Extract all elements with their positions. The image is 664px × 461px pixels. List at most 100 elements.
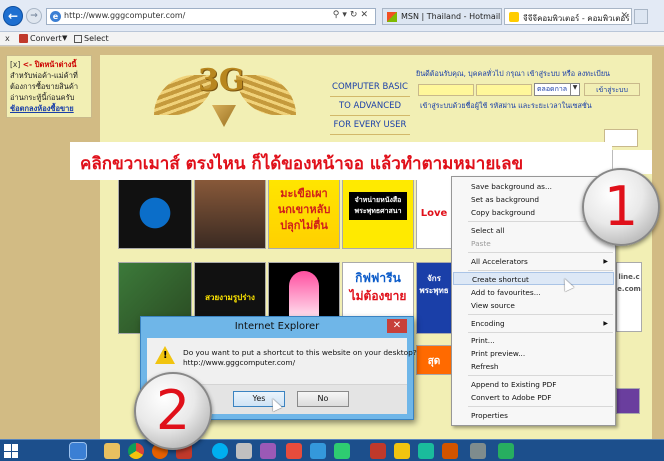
login-button[interactable]: เข้าสู่ระบบ bbox=[584, 83, 640, 96]
menu-item-label: Set as background bbox=[471, 195, 540, 204]
announcement-close-link[interactable]: <- ปิดหน้าต่างนี้ bbox=[23, 60, 77, 69]
browser-titlebar: ← → e http://www.gggcomputer.com/ ⚲▾↻✕ M… bbox=[0, 0, 664, 32]
taskbar-app-icon[interactable] bbox=[310, 443, 326, 459]
menu-item-all-accelerators[interactable]: All Accelerators ▶ bbox=[453, 255, 614, 268]
menu-item-append-pdf[interactable]: Append to Existing PDF bbox=[453, 378, 614, 391]
menu-separator bbox=[468, 406, 613, 407]
menu-separator bbox=[468, 314, 613, 315]
dropdown-icon[interactable]: ▾ bbox=[342, 10, 350, 20]
step-number-1: 1 bbox=[582, 168, 660, 246]
announcement-close[interactable]: [x] bbox=[10, 60, 20, 69]
select-icon bbox=[74, 35, 82, 43]
site-tagline: COMPUTER BASIC TO ADVANCED FOR EVERY USE… bbox=[330, 78, 410, 135]
forward-button[interactable]: → bbox=[26, 8, 42, 24]
taskbar-ie-icon[interactable] bbox=[69, 442, 87, 460]
address-url[interactable]: http://www.gggcomputer.com/ bbox=[64, 11, 185, 20]
command-bar-close-icon[interactable]: x bbox=[5, 34, 10, 43]
username-field[interactable] bbox=[418, 84, 474, 96]
search-icon[interactable]: ⚲ bbox=[333, 10, 343, 20]
taskbar-folder-icon[interactable] bbox=[104, 443, 120, 459]
taskbar-app-icon[interactable] bbox=[498, 443, 514, 459]
address-tools[interactable]: ⚲▾↻✕ bbox=[333, 10, 371, 20]
warning-glyph: ! bbox=[163, 350, 168, 361]
stop-icon[interactable]: ✕ bbox=[360, 10, 371, 20]
submenu-arrow-icon: ▶ bbox=[603, 320, 608, 327]
taskbar-app-icon[interactable] bbox=[286, 443, 302, 459]
menu-item-convert-pdf[interactable]: Convert to Adobe PDF bbox=[453, 391, 614, 404]
menu-item-label: Copy background bbox=[471, 208, 535, 217]
taskbar-app-icon[interactable] bbox=[470, 443, 486, 459]
menu-separator bbox=[468, 252, 613, 253]
menu-item-encoding[interactable]: Encoding ▶ bbox=[453, 317, 614, 330]
address-bar[interactable]: e http://www.gggcomputer.com/ ⚲▾↻✕ bbox=[46, 8, 376, 25]
ad-globe-banner[interactable] bbox=[118, 177, 192, 249]
no-button[interactable]: No bbox=[297, 391, 349, 407]
submenu-arrow-icon: ▶ bbox=[603, 258, 608, 265]
menu-item-refresh[interactable]: Refresh bbox=[453, 360, 614, 373]
taskbar-app-icon[interactable] bbox=[418, 443, 434, 459]
select-button[interactable]: Select bbox=[84, 34, 109, 43]
ad-book-banner[interactable]: จำหน่ายหนังสือ พระพุทธศาสนา bbox=[342, 177, 414, 249]
pdf-convert-icon bbox=[19, 34, 28, 43]
menu-item-view-source[interactable]: View source bbox=[453, 299, 614, 312]
back-button[interactable]: ← bbox=[3, 6, 23, 26]
refresh-icon[interactable]: ↻ bbox=[350, 10, 361, 20]
menu-item-label: Refresh bbox=[471, 362, 499, 371]
login-hint-text: เข้าสู่ระบบด้วยชื่อผู้ใช้ รหัสผ่าน และระ… bbox=[420, 101, 592, 110]
ad-love-banner[interactable]: Love bbox=[416, 177, 452, 249]
ad-thai-text-banner[interactable]: มะเขือเผา นกเขาหลับ ปลุกไม่ตื่น bbox=[268, 177, 340, 249]
menu-item-add-to-favourites[interactable]: Add to favourites... bbox=[453, 286, 614, 299]
menu-item-label: Print... bbox=[471, 336, 495, 345]
dialog-message: Do you want to put a shortcut to this we… bbox=[183, 348, 417, 357]
ad-right-banner[interactable]: line.c e.com bbox=[616, 262, 642, 332]
taskbar-app-icon[interactable] bbox=[394, 443, 410, 459]
tab-gggcomputer[interactable]: จีจีจีคอมพิวเตอร์ - คอมพิวเตอร์ ร... ✕ bbox=[504, 8, 632, 25]
dialog-title: Internet Explorer bbox=[234, 321, 320, 332]
menu-separator bbox=[468, 270, 613, 271]
menu-item-print-preview[interactable]: Print preview... bbox=[453, 347, 614, 360]
menu-item-label: Paste bbox=[471, 239, 491, 248]
password-field[interactable] bbox=[476, 84, 532, 96]
taskbar-app-icon[interactable] bbox=[334, 443, 350, 459]
start-button-windows-icon[interactable] bbox=[4, 444, 18, 458]
session-duration-value: ตลอดกาล bbox=[537, 85, 568, 93]
step-number-2: 2 bbox=[134, 372, 212, 450]
tab-close-icon[interactable]: ✕ bbox=[620, 11, 628, 21]
menu-item-print[interactable]: Print... bbox=[453, 334, 614, 347]
ad-photo-banner[interactable] bbox=[194, 177, 266, 249]
tab-label: MSN | Thailand - Hotmail, Mes... bbox=[401, 12, 502, 21]
tab-msn[interactable]: MSN | Thailand - Hotmail, Mes... bbox=[382, 8, 502, 25]
taskbar-app-icon[interactable] bbox=[236, 443, 252, 459]
back-arrow-icon: ← bbox=[7, 9, 19, 23]
warning-icon: ! bbox=[155, 346, 175, 364]
convert-dropdown-icon[interactable]: ▼ bbox=[62, 34, 67, 42]
convert-button[interactable]: Convert bbox=[30, 34, 62, 43]
taskbar-skype-icon[interactable] bbox=[212, 443, 228, 459]
command-bar: x Convert ▼ Select bbox=[0, 32, 664, 46]
ad-orange-banner[interactable]: สุด bbox=[416, 345, 452, 375]
ad-giffarine-title: กิฟฟารีน bbox=[355, 271, 401, 285]
menu-item-create-shortcut[interactable]: Create shortcut bbox=[453, 272, 614, 285]
announcement-text: สำหรับพ่อค้า-แม่ค้าที่ต้องการซื้อขายสินค… bbox=[10, 71, 79, 102]
ie-page-icon: e bbox=[50, 11, 61, 22]
instruction-banner: คลิกขวาเมาส์ ตรงไหน ก็ได้ของหน้าจอ แล้วท… bbox=[70, 142, 612, 180]
msn-favicon bbox=[387, 12, 397, 22]
menu-item-label: Save background as... bbox=[471, 182, 552, 191]
tagline-line: FOR EVERY USER bbox=[330, 116, 410, 135]
dialog-close-button[interactable]: ✕ bbox=[387, 319, 407, 333]
tagline-line: COMPUTER BASIC bbox=[330, 78, 410, 97]
menu-item-properties[interactable]: Properties bbox=[453, 409, 614, 422]
dialog-url: http://www.gggcomputer.com/ bbox=[183, 358, 296, 367]
taskbar-app-icon[interactable] bbox=[442, 443, 458, 459]
taskbar-app-icon[interactable] bbox=[370, 443, 386, 459]
taskbar-app-icon[interactable] bbox=[260, 443, 276, 459]
menu-item-label: Print preview... bbox=[471, 349, 526, 358]
new-tab-button[interactable] bbox=[634, 9, 648, 24]
taskbar-chrome-icon[interactable] bbox=[128, 443, 144, 459]
logo-text: 3G bbox=[198, 63, 245, 98]
menu-item-paste: Paste bbox=[453, 237, 614, 250]
trade-room-link[interactable]: ช้อตกลงห้องซื้อขาย bbox=[10, 104, 74, 113]
ad-blue-banner[interactable]: จักรพระพุทธ bbox=[416, 262, 452, 334]
session-duration-select[interactable]: ตลอดกาล ▼ bbox=[534, 83, 580, 96]
ad-right-small-banner[interactable] bbox=[616, 388, 640, 414]
